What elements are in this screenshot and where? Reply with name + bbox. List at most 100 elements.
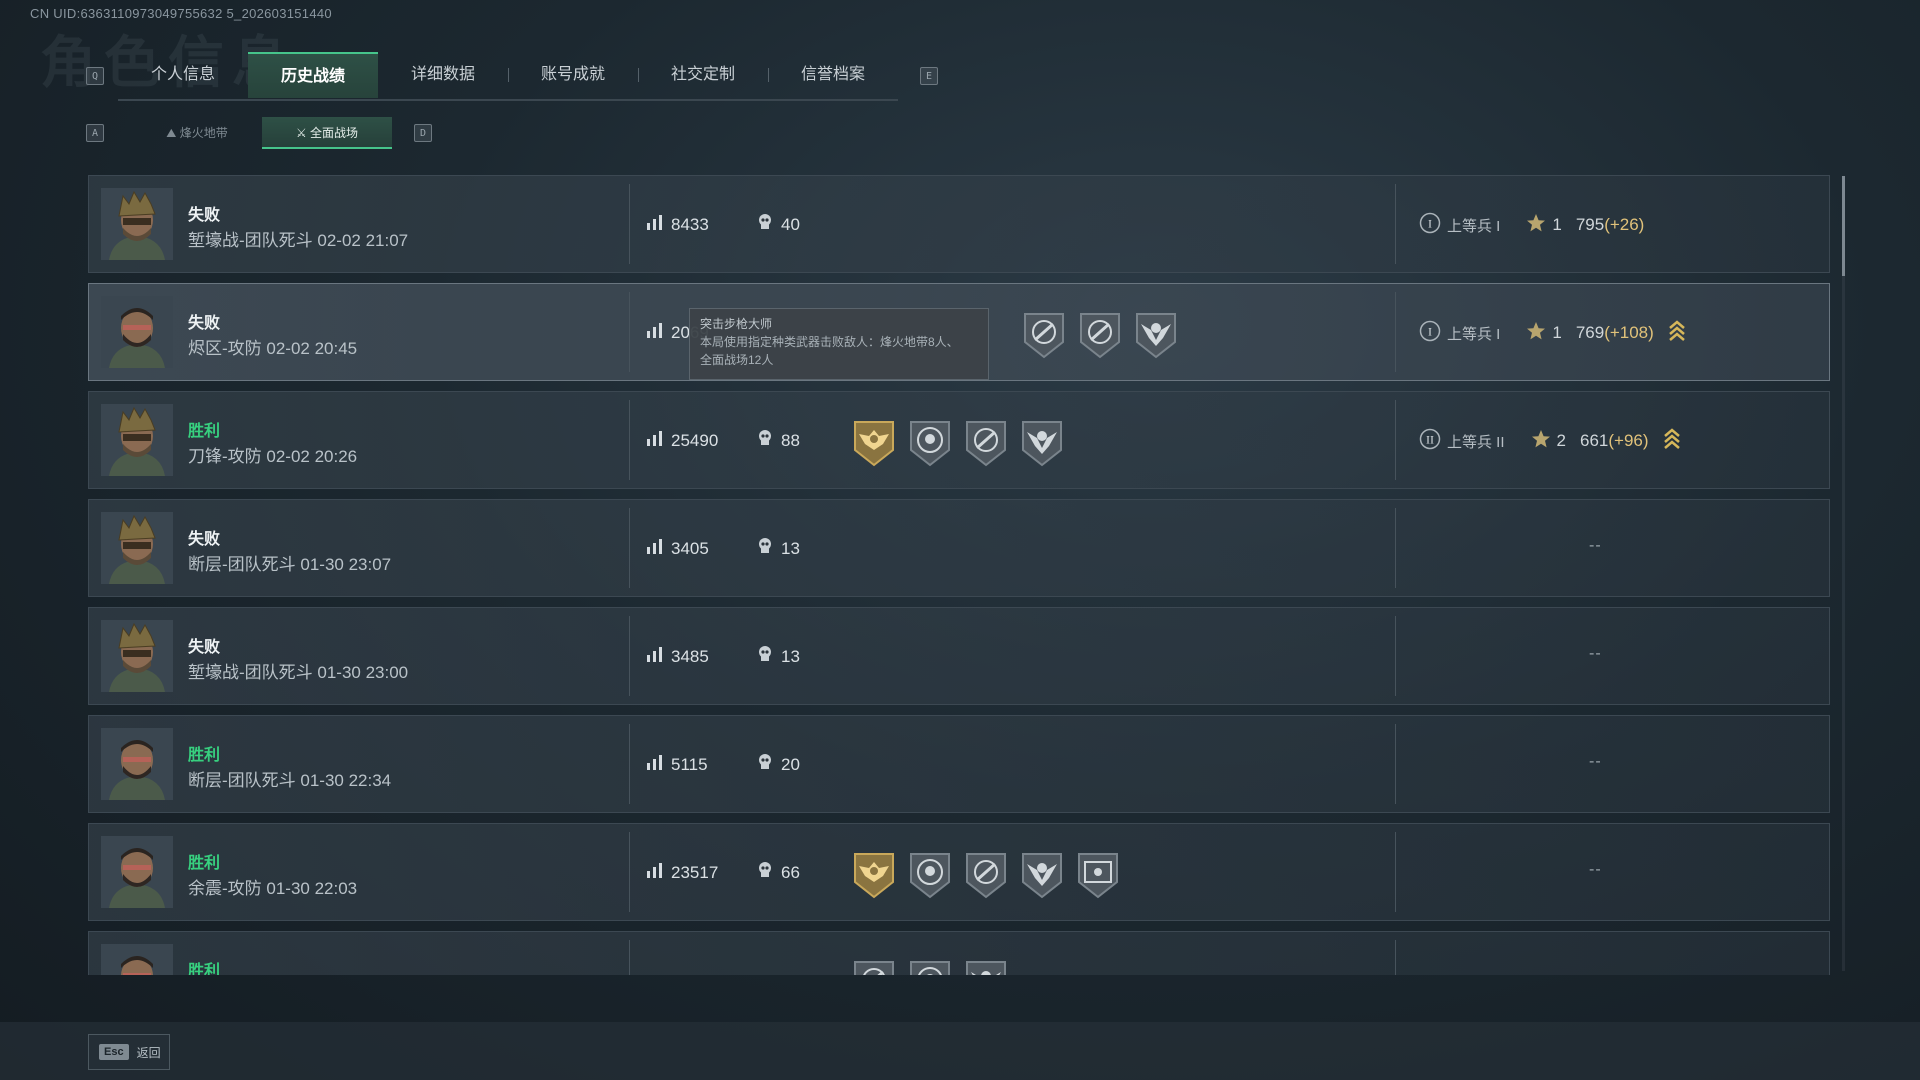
match-result: 失败 [188,531,221,548]
row-divider [1395,724,1396,804]
player-avatar [101,296,173,368]
player-avatar [101,944,173,975]
gold-wings-medal-icon[interactable] [851,850,897,900]
rank-info: II 上等兵 II 2 661 (+96) [1419,428,1681,454]
skull-wings-medal-icon[interactable] [1133,310,1179,360]
gold-wings-medal-icon[interactable] [851,418,897,468]
match-mode-time: 刀锋-攻防 02-02 20:26 [188,447,358,466]
rank-star-icon [1526,213,1546,237]
rank-points: 769 [1575,323,1605,342]
skull-target-medal-icon[interactable] [907,850,953,900]
svg-text:I: I [1428,325,1432,339]
match-result: 失败 [188,315,221,332]
eye-target-medal-icon[interactable] [1075,850,1121,900]
crosshair-gun-medal-icon[interactable] [963,418,1009,468]
skull-target-medal-icon[interactable] [907,958,953,975]
tab-detailed-data[interactable]: 详细数据 [378,52,508,98]
tab-achievements[interactable]: 账号成就 [508,52,638,98]
subtab-fire-zone[interactable]: ⛰ 烽火地带 [132,117,262,149]
tab-credit-record[interactable]: 信誉档案 [768,52,898,98]
match-result: 失败 [188,639,221,656]
score-bars-icon [646,213,671,236]
crosshair-gun-medal-icon[interactable] [1021,310,1067,360]
tab-prev-key[interactable]: Q [86,67,104,85]
crosshair-gun-medal-icon[interactable] [963,850,1009,900]
tooltip-title: 突击步枪大师 [700,317,773,331]
score-stat: 3485 [646,645,709,668]
match-row[interactable]: 失败 堑壕战-团队死斗 02-02 21:07 8433 40 I 上等兵 I 1 795 (+… [88,175,1830,273]
esc-key: Esc [99,1044,129,1060]
match-row[interactable]: 胜利余震-攻防 01-30 22:03 23517 66 -- [88,823,1830,921]
skull-target-medal-icon[interactable] [907,418,953,468]
kills-value: 40 [781,214,800,234]
row-divider [629,940,630,975]
row-divider [629,508,630,588]
tab-next-key[interactable]: E [920,67,938,85]
subtab-prev-key[interactable]: A [86,124,104,142]
rank-empty: -- [1589,753,1602,770]
kills-stat: 13 [756,537,800,560]
tab-social[interactable]: 社交定制 [638,52,768,98]
rank-info: I 上等兵 I 1 769 (+108) [1419,320,1686,346]
rank-tier-icon: I [1419,320,1441,346]
kills-skull-icon [756,537,781,560]
tab-match-history[interactable]: 历史战绩 [248,52,378,98]
tooltip-line: 全面战场12人 [700,353,774,367]
match-row[interactable]: 失败 堑壕战-团队死斗 01-30 23:00 3485 13 -- [88,607,1830,705]
fire-zone-icon: ⛰ [166,126,180,140]
scrollbar-thumb[interactable] [1842,176,1845,276]
row-divider [629,292,630,372]
row-divider [1395,832,1396,912]
main-tabs: Q 个人信息 历史战绩 详细数据 账号成就 社交定制 信誉档案 E [86,52,938,101]
match-row[interactable]: 胜利 刀锋-攻防 02-02 20:26 25490 88 II 上等兵 II 2 661 (+… [88,391,1830,489]
rank-level: 1 [1552,215,1562,234]
score-bars-icon [646,429,671,452]
kills-skull-icon [756,753,781,776]
match-result: 胜利 [188,855,221,872]
player-avatar [101,836,173,908]
rank-star-icon [1526,321,1546,345]
score-stat: 23517 [646,861,718,884]
match-mode-time: 余震-攻防 01-30 22:03 [188,879,358,898]
kills-stat: 40 [756,213,800,236]
tab-personal-info[interactable]: 个人信息 [118,52,248,98]
svg-text:I: I [1428,217,1432,231]
match-row[interactable]: 胜利 -- [88,931,1830,975]
row-divider [1395,184,1396,264]
kills-stat: 20 [756,753,800,776]
match-row[interactable]: 失败烬区-攻防 02-02 20:452069突击步枪大师本局使用指定种类武器击… [88,283,1830,381]
rank-empty: -- [1589,537,1602,554]
kills-value: 13 [781,538,800,558]
skull-wings-medal-icon[interactable] [963,958,1009,975]
rank-name: 上等兵 II [1447,433,1505,451]
back-button[interactable]: Esc 返回 [88,1034,170,1070]
crosshair-gun-medal-icon[interactable] [1077,310,1123,360]
match-row[interactable]: 失败 断层-团队死斗 01-30 23:07 3405 13 -- [88,499,1830,597]
rank-tier-icon: I [1419,212,1441,238]
kills-skull-icon [756,645,781,668]
scrollbar-track[interactable] [1842,176,1845,971]
score-value: 8433 [671,214,709,234]
score-value: 23517 [671,862,719,882]
skull-wings-medal-icon[interactable] [1019,850,1065,900]
battlefield-icon: ⚔ [295,126,311,140]
match-row[interactable]: 胜利 断层-团队死斗 01-30 22:34 5115 20 -- [88,715,1830,813]
rank-empty: -- [1589,969,1602,975]
rank-star-icon [1531,429,1551,453]
subtab-next-key[interactable]: D [414,124,432,142]
player-avatar [101,188,173,260]
rank-points: 661 [1579,431,1609,450]
subtab-full-battlefield[interactable]: ⚔ 全面战场 [262,117,392,149]
match-mode-time: 断层-团队死斗 01-30 22:34 [188,771,392,790]
crosshair-gun-medal-icon[interactable] [851,958,897,975]
row-divider [629,724,630,804]
medal-list [851,958,1019,975]
medal-list [851,850,1131,900]
rank-empty: -- [1589,861,1602,878]
kills-value: 66 [781,862,800,882]
kills-value: 13 [781,646,800,666]
skull-wings-medal-icon[interactable] [1019,418,1065,468]
rank-points: 795 [1575,215,1605,234]
rank-up-chevron-icon [1668,320,1686,346]
medal-list [851,418,1075,468]
